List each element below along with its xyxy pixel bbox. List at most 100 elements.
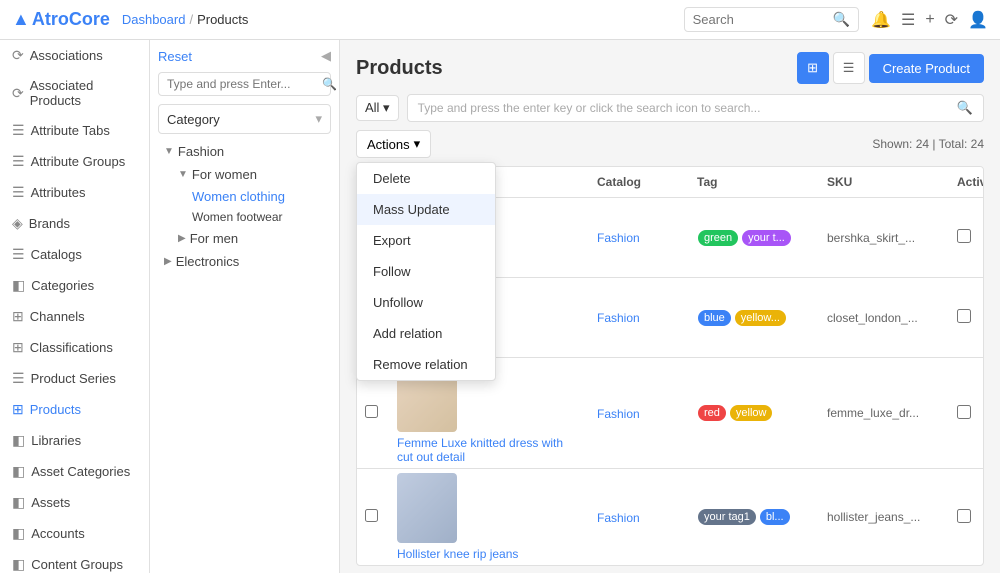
all-filter-label: All ▾ [365,100,390,116]
actions-button[interactable]: Actions ▾ [356,130,431,158]
tree-item-women-clothing[interactable]: Women clothing [186,186,331,207]
sidebar-item-libraries[interactable]: ◧ Libraries [0,425,149,456]
sidebar-item-assets[interactable]: ◧ Assets [0,487,149,518]
all-filter-button[interactable]: All ▾ [356,95,399,121]
sidebar-item-brands[interactable]: ◈ Brands [0,208,149,239]
sidebar-label: Attributes [31,185,137,200]
bell-icon[interactable]: 🔔 [871,10,891,30]
reset-button[interactable]: Reset [158,49,192,64]
sidebar-label: Products [30,402,137,417]
breadcrumb-separator: / [189,12,193,27]
sidebar-item-attributes[interactable]: ☰ Attributes [0,177,149,208]
nav-icons: 🔔 ☰ + ⟳ 👤 [871,10,988,30]
catalog-link[interactable]: Fashion [597,511,640,525]
tree-item-for-men[interactable]: ▶ For men [172,227,331,250]
tree-group-women-clothing: Women clothing Women footwear [172,186,331,227]
dropdown-item-mass-update[interactable]: Mass Update [357,194,495,225]
dropdown-item-remove-relation[interactable]: Remove relation [357,349,495,380]
tree-item-electronics[interactable]: ▶ Electronics [158,250,331,273]
sidebar-item-associated-products[interactable]: ⟳ Associated Products [0,71,149,115]
sidebar-item-attribute-tabs[interactable]: ☰ Attribute Tabs [0,115,149,146]
row-checkbox[interactable] [357,509,389,525]
col-sku: SKU [819,175,949,189]
content-groups-icon: ◧ [12,556,25,573]
dropdown-item-follow[interactable]: Follow [357,256,495,287]
active-checkbox-row1[interactable] [957,229,971,243]
list-view-button[interactable]: ☰ [833,52,865,84]
checkbox-row3[interactable] [365,405,378,418]
row-tags: your tag1 bl... [689,508,819,526]
sidebar-item-catalogs[interactable]: ☰ Catalogs [0,239,149,270]
search-input[interactable] [693,12,833,27]
tree-label: Fashion [178,144,224,159]
product-name-link[interactable]: Hollister knee rip jeans [397,547,581,561]
filter-collapse-icon[interactable]: ◀ [321,48,331,64]
logo[interactable]: ▲ AtroCore [12,9,110,30]
filters-row: All ▾ Type and press the enter key or cl… [356,94,984,122]
page-title: Products [356,57,443,80]
history-icon[interactable]: ⟳ [945,10,958,30]
filter-search-input[interactable] [167,77,322,91]
sidebar-item-content-groups[interactable]: ◧ Content Groups [0,549,149,573]
plus-icon[interactable]: + [925,11,934,29]
sidebar-item-attribute-groups[interactable]: ☰ Attribute Groups [0,146,149,177]
dropdown-item-unfollow[interactable]: Unfollow [357,287,495,318]
search-icon[interactable]: 🔍 [833,11,850,28]
sidebar-item-categories[interactable]: ◧ Categories [0,270,149,301]
catalog-link[interactable]: Fashion [597,231,640,245]
sidebar-item-product-series[interactable]: ☰ Product Series [0,363,149,394]
actions-chevron-icon: ▾ [414,136,421,152]
create-product-button[interactable]: Create Product [869,54,984,83]
row-checkbox[interactable] [357,405,389,421]
sidebar: ⟳ Associations ⟳ Associated Products ☰ A… [0,40,150,573]
row-tags: blue yellow... [689,309,819,327]
tree-arrow-icon: ▼ [178,169,188,180]
active-checkbox-row4[interactable] [957,509,971,523]
filter-category-select[interactable]: Category ▾ [158,104,331,134]
shown-count: Shown: 24 | Total: 24 [872,137,984,151]
associations-icon: ⟳ [12,47,24,64]
sidebar-label: Accounts [31,526,137,541]
dropdown-item-add-relation[interactable]: Add relation [357,318,495,349]
product-name-link[interactable]: Femme Luxe knitted dress with cut out de… [397,436,581,464]
sidebar-item-accounts[interactable]: ◧ Accounts [0,518,149,549]
user-icon[interactable]: 👤 [968,10,988,30]
categories-icon: ◧ [12,277,25,294]
actions-dropdown-menu: Delete Mass Update Export Follow Unfollo… [356,162,496,381]
attributes-icon: ☰ [12,184,25,201]
sidebar-item-classifications[interactable]: ⊞ Classifications [0,332,149,363]
filter-search-icon[interactable]: 🔍 [322,77,337,91]
tree-item-for-women[interactable]: ▼ For women [172,163,331,186]
grid-view-button[interactable]: ⊞ [797,52,829,84]
catalog-link[interactable]: Fashion [597,311,640,325]
product-series-icon: ☰ [12,370,25,387]
sidebar-item-associations[interactable]: ⟳ Associations [0,40,149,71]
col-active: Active [949,175,984,189]
search-bar[interactable]: Type and press the enter key or click th… [407,94,984,122]
sidebar-item-channels[interactable]: ⊞ Channels [0,301,149,332]
active-checkbox-row2[interactable] [957,309,971,323]
libraries-icon: ◧ [12,432,25,449]
catalog-link[interactable]: Fashion [597,407,640,421]
main-area: ⟳ Associations ⟳ Associated Products ☰ A… [0,40,1000,573]
tree-item-women-footwear[interactable]: Women footwear [186,207,331,227]
checkbox-row4[interactable] [365,509,378,522]
app-container: ▲ AtroCore Dashboard / Products 🔍 🔔 ☰ + … [0,0,1000,573]
sidebar-label: Assets [31,495,137,510]
page-header: Products ⊞ ☰ Create Product [356,52,984,84]
col-tag: Tag [689,175,819,189]
row-sku: hollister_jeans_... [819,510,949,524]
dropdown-item-export[interactable]: Export [357,225,495,256]
search-bar-icon[interactable]: 🔍 [957,100,973,116]
table-row: Hollister knee rip jeans Fashion your ta… [357,469,983,565]
search-bar-placeholder: Type and press the enter key or click th… [418,101,761,115]
sidebar-item-products[interactable]: ⊞ Products [0,394,149,425]
breadcrumb-home[interactable]: Dashboard [122,12,186,27]
list-icon[interactable]: ☰ [901,10,915,30]
assets-icon: ◧ [12,494,25,511]
dropdown-item-delete[interactable]: Delete [357,163,495,194]
active-checkbox-row3[interactable] [957,405,971,419]
tree-item-fashion[interactable]: ▼ Fashion [158,140,331,163]
classifications-icon: ⊞ [12,339,24,356]
sidebar-item-asset-categories[interactable]: ◧ Asset Categories [0,456,149,487]
